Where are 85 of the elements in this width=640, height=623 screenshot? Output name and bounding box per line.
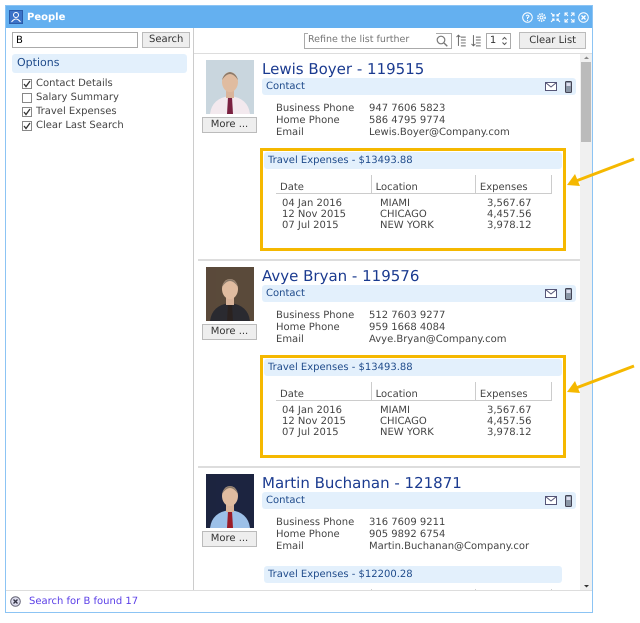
section-title: Contact xyxy=(266,494,305,508)
checkbox[interactable] xyxy=(22,92,32,102)
page-spinner[interactable]: 1 xyxy=(486,32,512,48)
status-text[interactable]: Search for B found 17 xyxy=(29,594,138,609)
person-name: Avye Bryan - 119576 xyxy=(262,267,420,285)
search-field[interactable]: B xyxy=(12,32,138,48)
field-value: Lewis.Boyer@Company.com xyxy=(369,127,510,139)
field-label: Home Phone xyxy=(276,529,341,541)
field-value: Avye.Bryan@Company.com xyxy=(369,334,506,346)
table-cell-text: 3,978.12 xyxy=(486,220,533,231)
table-cell-text: 07 Jul 2015 xyxy=(281,220,340,231)
mail-icon[interactable] xyxy=(545,82,557,91)
column-header[interactable]: Date xyxy=(276,175,372,193)
field-label: Email xyxy=(276,541,305,553)
table-cell-text: 3,978.12 xyxy=(486,427,533,438)
column-header[interactable]: Date xyxy=(276,382,372,400)
table-cell-text: 12 Nov 2015 xyxy=(281,209,348,220)
search-button[interactable]: Search xyxy=(142,32,190,48)
section-title: Contact xyxy=(266,80,305,94)
clear-list-button[interactable]: Clear List xyxy=(519,32,586,49)
table-cell-text: 3,567.67 xyxy=(486,405,533,416)
more-button[interactable]: More ... xyxy=(202,531,257,547)
table-cell-text: 3,567.67 xyxy=(486,198,533,209)
mail-icon[interactable] xyxy=(545,496,557,505)
expenses-header: Travel Expenses - $13493.88 xyxy=(264,152,562,169)
table-cell-text: 04 Jan 2016 xyxy=(281,405,343,416)
scroll-up-icon[interactable] xyxy=(582,54,590,62)
field-label: Business Phone xyxy=(276,103,356,115)
sort-ascending-icon[interactable] xyxy=(456,34,468,47)
option-label: Travel Expenses xyxy=(36,105,117,119)
field-label: Home Phone xyxy=(276,115,341,127)
table-cell-text: MIAMI xyxy=(379,198,411,209)
person-name: Lewis Boyer - 119515 xyxy=(262,60,426,78)
mail-icon[interactable] xyxy=(545,289,557,298)
field-label: Home Phone xyxy=(276,322,341,334)
table-cell-text: 07 Jul 2015 xyxy=(281,427,340,438)
table-cell-text: CHICAGO xyxy=(379,416,428,427)
refine-field[interactable]: Refine the list further xyxy=(304,32,452,48)
more-button[interactable]: More ... xyxy=(202,117,257,133)
window-title: People xyxy=(27,10,66,24)
field-value: 947 7606 5823 xyxy=(369,103,446,115)
scroll-thumb[interactable] xyxy=(581,62,591,142)
more-button[interactable]: More ... xyxy=(202,324,257,340)
option-label: Contact Details xyxy=(36,77,113,91)
field-value: Martin.Buchanan@Company.cor xyxy=(369,541,530,553)
search-icon xyxy=(436,34,448,46)
table-cell-text: 4,457.56 xyxy=(486,209,533,220)
field-value: 316 7609 9211 xyxy=(369,517,446,529)
people-icon xyxy=(9,10,23,24)
option-label: Salary Summary xyxy=(36,91,119,105)
expenses-header: Travel Expenses - $12200.28 xyxy=(264,566,562,583)
field-label: Business Phone xyxy=(276,517,356,529)
phone-icon[interactable] xyxy=(565,494,572,506)
checkbox[interactable] xyxy=(22,78,32,88)
checkbox[interactable] xyxy=(22,106,32,116)
phone-icon[interactable] xyxy=(565,80,572,92)
field-value: 512 7603 9277 xyxy=(369,310,446,322)
table-cell-text: NEW YORK xyxy=(379,220,435,231)
table-cell-text: CHICAGO xyxy=(379,209,428,220)
table-cell-text: NEW YORK xyxy=(379,427,435,438)
field-value: 959 1668 4084 xyxy=(369,322,446,334)
person-name: Martin Buchanan - 121871 xyxy=(262,474,463,492)
option-label: Clear Last Search xyxy=(36,119,124,133)
options-header: Options xyxy=(12,54,187,72)
scroll-down-icon[interactable] xyxy=(582,582,590,590)
sort-descending-icon[interactable] xyxy=(471,34,482,47)
phone-icon[interactable] xyxy=(565,288,572,300)
column-header[interactable]: Expenses xyxy=(476,175,552,193)
section-title: Contact xyxy=(266,287,305,301)
column-header[interactable]: Location xyxy=(372,175,476,193)
column-header[interactable]: Expenses xyxy=(476,382,552,400)
table-cell-text: 04 Jan 2016 xyxy=(281,198,343,209)
table-cell-text: 4,457.56 xyxy=(486,416,533,427)
scrollbar[interactable] xyxy=(580,54,592,590)
field-label: Email xyxy=(276,127,305,139)
table-cell-text: MIAMI xyxy=(379,405,411,416)
column-header[interactable]: Location xyxy=(372,382,476,400)
checkbox[interactable] xyxy=(22,120,32,130)
expenses-header: Travel Expenses - $13493.88 xyxy=(264,359,562,376)
field-label: Email xyxy=(276,334,305,346)
field-value: 586 4795 9774 xyxy=(369,115,446,127)
close-icon[interactable] xyxy=(10,596,21,607)
field-label: Business Phone xyxy=(276,310,356,322)
field-value: 905 9892 6754 xyxy=(369,529,446,541)
table-cell-text: 12 Nov 2015 xyxy=(281,416,348,427)
